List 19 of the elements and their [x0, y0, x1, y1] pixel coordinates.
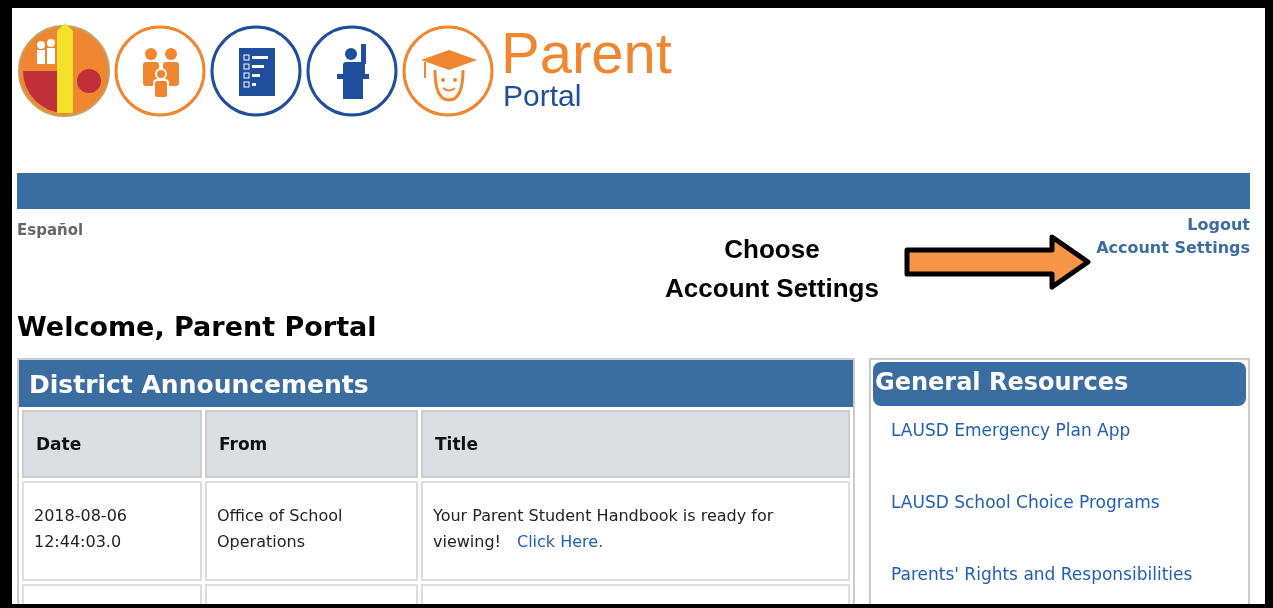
column-header: Title	[421, 410, 850, 478]
welcome-heading: Welcome, Parent Portal	[17, 311, 378, 342]
resource-link[interactable]: LAUSD School Choice Programs	[873, 478, 1246, 550]
panel-title: District Announcements	[19, 360, 853, 407]
click-here-link[interactable]: Click Here.	[517, 532, 604, 551]
logo-subtitle: Portal	[503, 81, 583, 111]
callout-text: Choose Account Settings	[664, 233, 880, 305]
logout-link[interactable]: Logout	[1187, 215, 1250, 234]
table-cell: Office of School Operations	[205, 481, 418, 581]
resource-link[interactable]: LAUSD Emergency Plan App	[873, 406, 1246, 478]
column-header: Date	[22, 410, 202, 478]
resource-link[interactable]: Parents' Rights and Responsibilities	[873, 550, 1246, 604]
language-link[interactable]: Español	[17, 221, 84, 239]
panel-title: General Resources	[873, 362, 1246, 406]
logo-title: Parent	[501, 25, 672, 81]
announcement-title: Your Parent Student Handbook is ready for viewing! Click Here.	[433, 506, 774, 551]
column-header: From	[205, 410, 418, 478]
account-settings-link[interactable]: Account Settings	[1096, 238, 1250, 257]
table-cell: 2018-08-06 12:44:03.0	[22, 481, 202, 581]
